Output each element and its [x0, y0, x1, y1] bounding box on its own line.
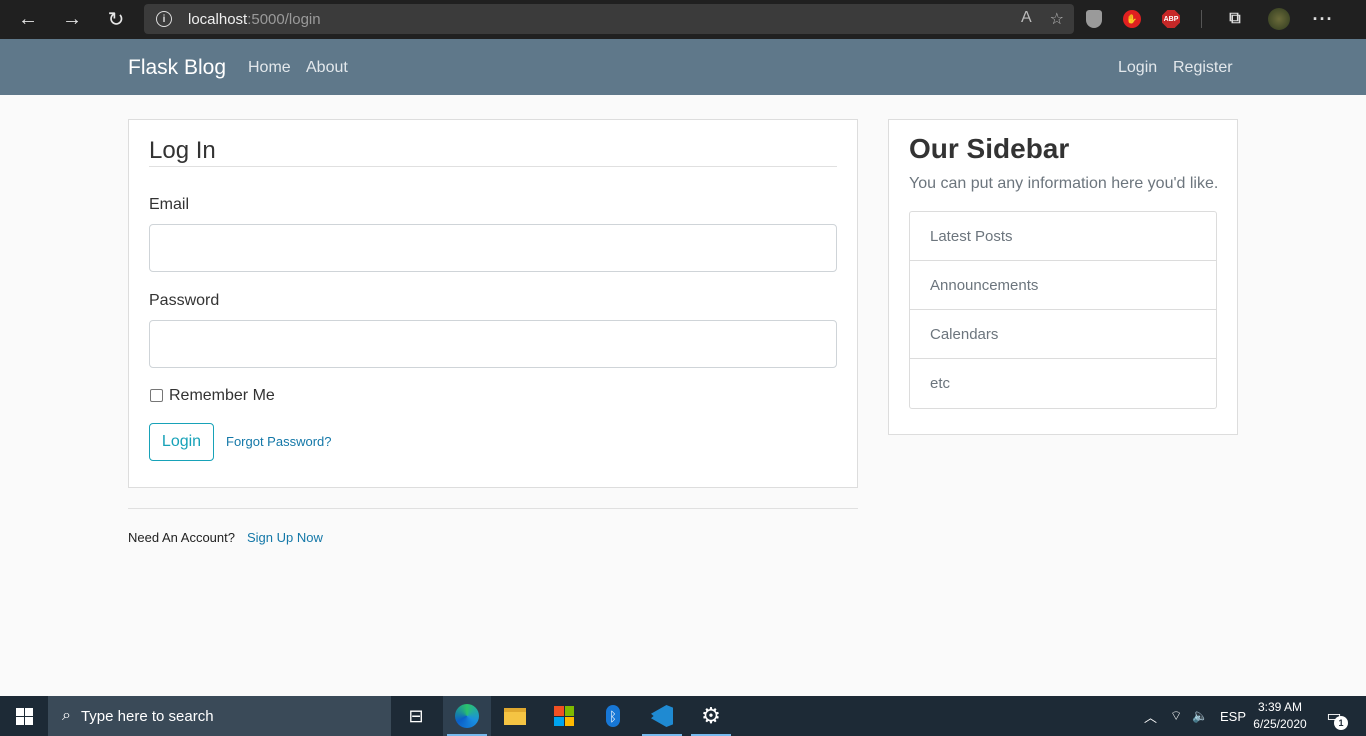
browser-toolbar: ← → ↻ i localhost:5000/login A ☆ ✋ ABP ⧉… [0, 0, 1366, 39]
sign-up-link[interactable]: Sign Up Now [247, 530, 323, 545]
profile-avatar[interactable] [1268, 8, 1290, 30]
notification-count-badge: 1 [1334, 716, 1348, 730]
password-field[interactable] [149, 320, 837, 368]
windows-logo-icon [15, 707, 33, 725]
task-view-icon: ⊟ [408, 705, 424, 726]
vscode-icon [651, 705, 673, 727]
taskbar-edge[interactable] [443, 696, 491, 736]
login-submit-button[interactable]: Login [149, 423, 214, 461]
nav-link-about[interactable]: About [306, 59, 348, 77]
windows-taskbar: ⌕ Type here to search ⊟ ᛒ ⚙ ︿ ⌔ 🔈 ESP 3:… [0, 696, 1366, 736]
navbar-brand[interactable]: Flask Blog [128, 56, 226, 80]
volume-icon[interactable]: 🔈 [1192, 696, 1208, 736]
sidebar-list: Latest Posts Announcements Calendars etc [909, 211, 1217, 409]
forgot-password-link[interactable]: Forgot Password? [226, 434, 332, 449]
form-legend: Log In [149, 137, 216, 164]
input-language[interactable]: ESP [1220, 696, 1246, 736]
email-field[interactable] [149, 224, 837, 272]
bluetooth-icon: ᛒ [606, 705, 620, 727]
sidebar-item-etc[interactable]: etc [910, 359, 1216, 408]
clock-date: 6/25/2020 [1253, 717, 1307, 731]
nav-link-login[interactable]: Login [1118, 59, 1157, 77]
nav-link-register[interactable]: Register [1173, 59, 1233, 77]
email-label: Email [149, 196, 190, 213]
gear-icon: ⚙ [701, 703, 721, 728]
address-bar[interactable]: i localhost:5000/login A ☆ [144, 4, 1074, 34]
sidebar-item-calendars[interactable]: Calendars [910, 310, 1216, 359]
footer-divider [128, 508, 858, 509]
show-hidden-icons[interactable]: ︿ [1144, 696, 1157, 736]
taskbar-settings[interactable]: ⚙ [687, 696, 735, 736]
need-account-text: Need An Account? [128, 530, 235, 545]
login-form-card: Log In Email Password Remember Me Login … [128, 119, 858, 488]
microsoft-store-icon [554, 706, 574, 726]
clock-time: 3:39 AM [1257, 700, 1303, 714]
adblock-plus-icon[interactable]: ABP [1162, 10, 1180, 28]
read-aloud-icon[interactable]: A [1021, 9, 1032, 29]
file-explorer-icon [504, 707, 526, 725]
hand-extension-icon[interactable]: ✋ [1123, 10, 1141, 28]
taskbar-vscode[interactable] [638, 696, 686, 736]
favorite-star-icon[interactable]: ☆ [1050, 9, 1064, 29]
edge-browser-icon [455, 704, 479, 728]
taskbar-bluetooth[interactable]: ᛒ [589, 696, 637, 736]
password-label: Password [149, 292, 220, 309]
sidebar-item-announcements[interactable]: Announcements [910, 261, 1216, 310]
network-icon[interactable]: ⌔ [1170, 696, 1182, 736]
more-menu-icon[interactable]: ··· [1311, 7, 1335, 31]
site-info-icon[interactable]: i [156, 11, 172, 27]
taskbar-clock[interactable]: 3:39 AM 6/25/2020 [1252, 699, 1308, 733]
toolbar-divider [1201, 10, 1202, 28]
collections-icon[interactable]: ⧉ [1223, 7, 1247, 31]
nav-link-home[interactable]: Home [248, 59, 291, 77]
site-navbar: Flask Blog Home About Login Register [0, 39, 1366, 95]
legend-divider [149, 166, 837, 167]
shield-extension-icon[interactable] [1086, 10, 1102, 28]
back-icon[interactable]: ← [6, 0, 50, 39]
forward-icon[interactable]: → [50, 0, 94, 39]
sidebar-card: Our Sidebar You can put any information … [888, 119, 1238, 435]
remember-me-label[interactable]: Remember Me [169, 387, 275, 405]
action-center-button[interactable]: ▭ 1 [1322, 704, 1348, 730]
taskbar-file-explorer[interactable] [491, 696, 539, 736]
search-icon: ⌕ [62, 707, 71, 724]
sidebar-title: Our Sidebar [909, 133, 1070, 164]
start-button[interactable] [0, 696, 48, 736]
refresh-icon[interactable]: ↻ [94, 0, 138, 39]
remember-me-checkbox[interactable] [150, 389, 163, 402]
taskbar-search-box[interactable]: ⌕ Type here to search [48, 696, 391, 736]
sidebar-description: You can put any information here you'd l… [909, 175, 1219, 192]
sidebar-item-latest-posts[interactable]: Latest Posts [910, 212, 1216, 261]
task-view-button[interactable]: ⊟ [392, 696, 440, 736]
url-text[interactable]: localhost:5000/login [188, 11, 321, 28]
search-placeholder: Type here to search [80, 707, 214, 725]
taskbar-store[interactable] [540, 696, 588, 736]
chevron-up-icon: ︿ [1144, 709, 1158, 725]
